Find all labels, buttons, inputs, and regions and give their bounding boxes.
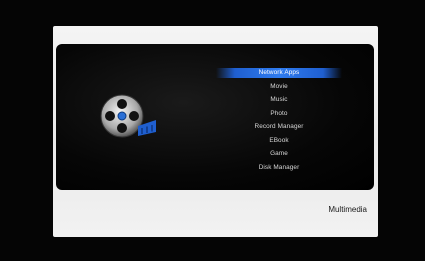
section-title: Multimedia [328, 205, 367, 214]
film-reel-icon [100, 94, 156, 138]
menu-item-network-apps[interactable]: Network Apps [216, 68, 342, 78]
menu-item-photo[interactable]: Photo [216, 107, 342, 121]
menu-item-music[interactable]: Music [216, 93, 342, 107]
menu-item-record-manager[interactable]: Record Manager [216, 120, 342, 134]
menu-item-game[interactable]: Game [216, 147, 342, 161]
main-menu: Network Apps Movie Music Photo Record Ma… [216, 66, 342, 174]
menu-item-disk-manager[interactable]: Disk Manager [216, 161, 342, 175]
menu-item-movie[interactable]: Movie [216, 80, 342, 94]
menu-item-ebook[interactable]: EBook [216, 134, 342, 148]
